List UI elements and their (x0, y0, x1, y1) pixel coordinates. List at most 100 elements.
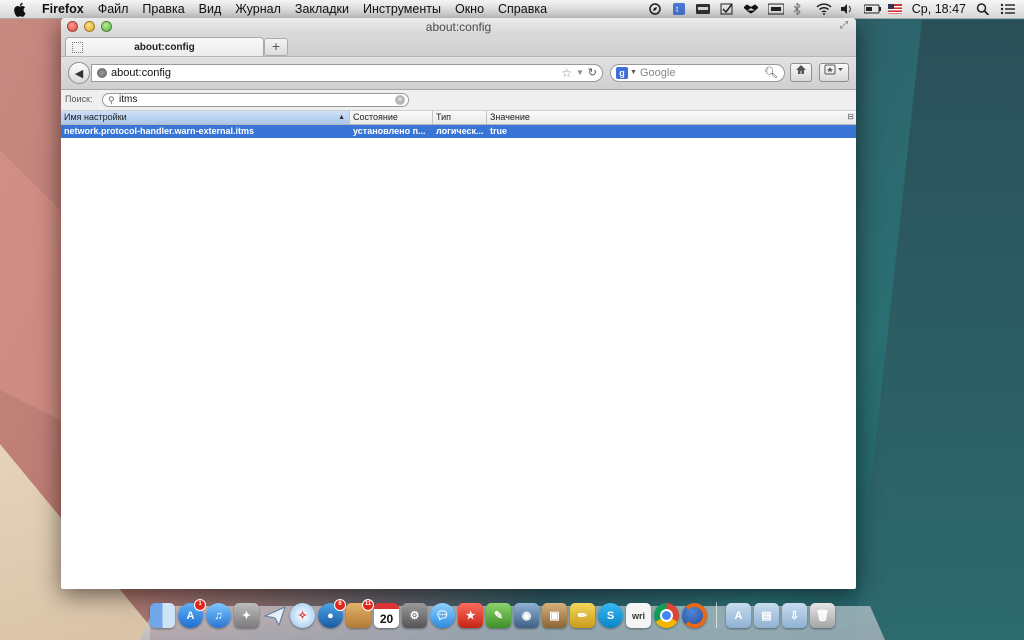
notes-pencil-icon[interactable]: ✏ (570, 603, 595, 628)
package-icon[interactable]: 11 (346, 599, 374, 628)
column-picker-icon[interactable]: ⊟ (847, 112, 854, 121)
search-magnifier-icon[interactable]: 🔍︎ (764, 65, 778, 81)
engine-dropdown-icon[interactable]: ▼ (630, 65, 637, 81)
pref-status-cell: установлено п... (353, 126, 426, 136)
display-icon[interactable] (767, 3, 785, 15)
battery-icon[interactable] (863, 3, 881, 15)
pref-type-cell: логическ... (436, 126, 484, 136)
spotlight-search-icon[interactable] (976, 3, 990, 16)
column-header-type[interactable]: Тип (433, 111, 487, 124)
dropbox-icon[interactable] (743, 3, 759, 15)
filter-magnifier-icon: ⚲ (108, 95, 115, 105)
home-icon (796, 65, 806, 74)
menu-app-firefox[interactable]: Firefox (40, 2, 91, 16)
image-capture-icon[interactable]: ◉ (514, 603, 539, 628)
chrome-icon[interactable] (654, 603, 679, 628)
iphoto-icon[interactable]: ▣ (542, 603, 567, 628)
column-header-name-label: Имя настройки (64, 112, 127, 122)
window-titlebar[interactable]: about:config ⤢ (61, 18, 856, 36)
writer-icon[interactable]: wri (626, 603, 651, 628)
menu-edit[interactable]: Правка (135, 2, 191, 16)
new-tab-button[interactable]: + (264, 38, 288, 56)
volume-icon[interactable] (840, 3, 854, 15)
window-title: about:config (425, 20, 492, 34)
column-header-name[interactable]: Имя настройки ▲ (61, 111, 350, 124)
tab-about-config[interactable]: about:config (65, 37, 264, 56)
keyboard-layout-icon[interactable] (695, 3, 710, 15)
filter-value: itms (119, 94, 138, 105)
checkbox-icon[interactable] (720, 3, 734, 15)
menu-window[interactable]: Окно (448, 2, 491, 16)
app-store-icon[interactable]: A1 (178, 599, 206, 628)
notification-center-icon[interactable] (1000, 3, 1015, 15)
bookmark-star-icon[interactable]: ☆ (561, 65, 572, 81)
search-bar[interactable]: g ▼ Google 🔍︎ (610, 64, 785, 82)
reload-icon[interactable]: ↻ (588, 65, 597, 81)
apple-menu-icon[interactable] (14, 2, 28, 17)
us-flag-icon[interactable] (887, 3, 902, 15)
wallpaper-shape (854, 20, 1024, 640)
evernote-icon[interactable]: ✎ (486, 603, 511, 628)
menu-view[interactable]: Вид (192, 2, 229, 16)
wifi-icon[interactable] (816, 3, 832, 15)
menu-tools[interactable]: Инструменты (356, 2, 448, 16)
menubar: Firefox Файл Правка Вид Журнал Закладки … (0, 0, 1024, 19)
compass-icon[interactable] (648, 3, 662, 15)
wunderlist-icon[interactable]: ★ (458, 603, 483, 628)
documents-folder-icon[interactable]: ▤ (754, 603, 779, 628)
home-button[interactable] (790, 63, 812, 82)
zoom-window-button[interactable] (101, 21, 112, 32)
bookmarks-menu-button[interactable] (819, 63, 849, 82)
dock-items: A1 ♫ ✦ ✧ ● 6 11 20 ⚙ 💬︎ ★ ✎ ◉ ▣ ✏ S wri A… (150, 599, 835, 628)
url-bar[interactable]: about:config ☆ ▼ ↻ (91, 64, 603, 82)
filter-row: Поиск: ⚲ itms × (61, 90, 856, 111)
menu-file[interactable]: Файл (91, 2, 136, 16)
google-engine-icon[interactable]: g (616, 67, 628, 79)
menubar-clock[interactable]: Ср, 18:47 (912, 2, 966, 16)
sort-ascending-icon: ▲ (338, 114, 345, 121)
url-text: about:config (111, 67, 171, 79)
safari-icon[interactable]: ✧ (290, 603, 315, 628)
close-window-button[interactable] (67, 21, 78, 32)
column-header-value[interactable]: Значение (487, 111, 842, 124)
menu-bookmarks[interactable]: Закладки (288, 2, 356, 16)
finder-icon[interactable] (150, 603, 175, 628)
fullscreen-icon[interactable]: ⤢ (838, 20, 850, 32)
messages-icon[interactable]: 💬︎ (430, 603, 455, 628)
filter-search-input[interactable]: ⚲ itms × (102, 93, 409, 107)
menu-help[interactable]: Справка (491, 2, 554, 16)
bluetooth-icon[interactable] (792, 1, 806, 17)
tab-favicon-icon (72, 42, 83, 53)
dock-separator (716, 602, 717, 628)
send-arrow-icon[interactable] (262, 603, 287, 628)
skype-icon[interactable]: S (598, 603, 623, 628)
tab-title: about:config (134, 42, 195, 53)
instruments-icon[interactable]: ✦ (234, 603, 259, 628)
itunes-icon[interactable]: ♫ (206, 603, 231, 628)
tweetbot-icon[interactable]: ● 6 (318, 599, 346, 628)
navigation-toolbar: ◀ about:config ☆ ▼ ↻ g ▼ Google 🔍︎ (61, 57, 856, 90)
firefox-icon[interactable] (682, 603, 707, 628)
system-preferences-icon[interactable]: ⚙ (402, 603, 427, 628)
firefox-window: about:config ⤢ about:config + ◀ about:co… (61, 18, 856, 589)
table-header: Имя настройки ▲ Состояние Тип Значение ⊟ (61, 111, 856, 125)
package-badge: 11 (362, 599, 374, 611)
applications-folder-icon[interactable]: A (726, 603, 751, 628)
minimize-window-button[interactable] (84, 21, 95, 32)
column-header-status[interactable]: Состояние (350, 111, 433, 124)
bookmarks-icon (824, 64, 843, 75)
tweetbot-badge: 6 (334, 599, 346, 611)
clear-filter-icon[interactable]: × (395, 95, 405, 105)
pref-name-cell: network.protocol-handler.warn-external.i… (64, 126, 255, 136)
menu-history[interactable]: Журнал (228, 2, 288, 16)
history-dropdown-icon[interactable]: ▼ (576, 65, 584, 81)
calendar-icon[interactable]: 20 (374, 603, 399, 628)
table-row[interactable]: network.protocol-handler.warn-external.i… (61, 125, 856, 138)
app-store-badge: 1 (194, 599, 206, 611)
downloads-folder-icon[interactable]: ⇩ (782, 603, 807, 628)
back-button[interactable]: ◀ (68, 62, 90, 84)
filter-label: Поиск: (65, 94, 93, 104)
trash-icon[interactable]: 🗑︎ (810, 603, 835, 628)
translate-icon[interactable]: t (672, 3, 686, 15)
search-placeholder: Google (640, 67, 676, 79)
